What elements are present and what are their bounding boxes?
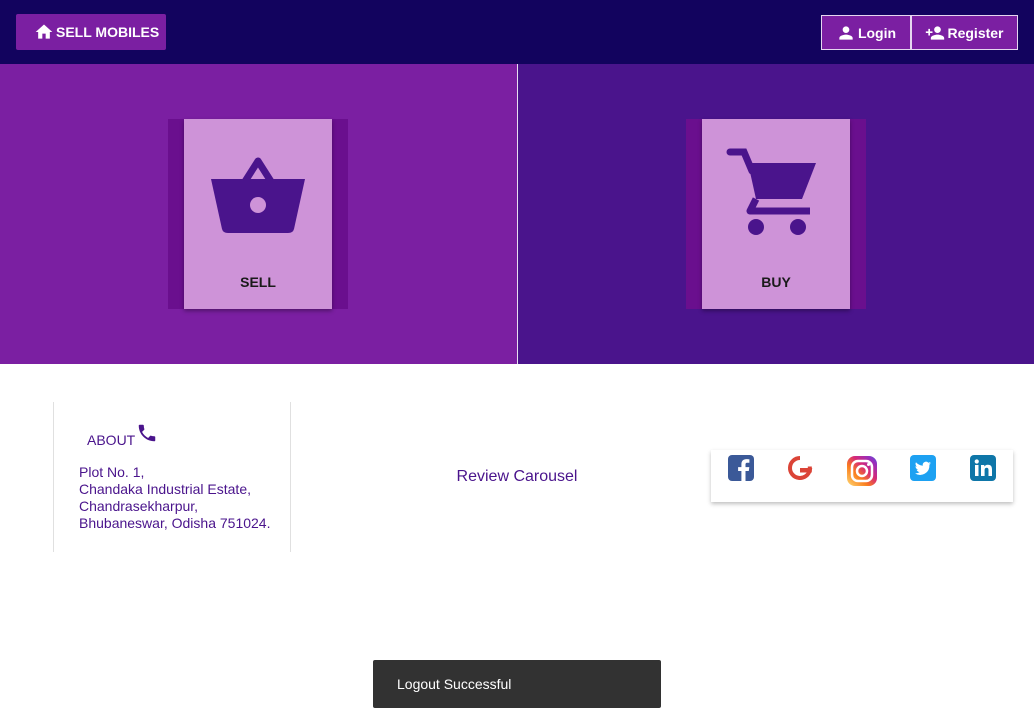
sell-card[interactable]: SELL xyxy=(184,119,332,309)
buy-panel: BUY xyxy=(518,64,1034,364)
brand-label: SELL MOBILES xyxy=(56,24,160,40)
sell-label: SELL xyxy=(240,274,276,290)
address-line: Bhubaneswar, Odisha 751024. xyxy=(79,515,271,531)
phone-icon[interactable] xyxy=(136,422,158,444)
review-carousel[interactable]: Review Carousel xyxy=(400,468,634,486)
register-label: Register xyxy=(947,24,1004,41)
logout-snackbar: Logout Successful xyxy=(373,660,661,708)
login-label: Login xyxy=(857,24,897,41)
social-links-bar xyxy=(711,450,1013,502)
home-icon xyxy=(35,24,53,39)
instagram-icon[interactable] xyxy=(845,454,879,488)
address: Plot No. 1, Chandaka Industrial Estate, … xyxy=(79,464,270,532)
sell-card-wrapper: SELL xyxy=(168,119,348,309)
linkedin-icon[interactable] xyxy=(968,453,998,483)
buy-card[interactable]: BUY xyxy=(702,119,850,309)
snackbar-message: Logout Successful xyxy=(397,676,512,692)
home-button[interactable]: SELL MOBILES xyxy=(16,14,166,50)
shopping-cart-icon xyxy=(726,148,816,235)
top-app-bar: SELL MOBILES Login Register xyxy=(0,0,1034,64)
address-line: Plot No. 1, xyxy=(79,464,145,480)
login-button[interactable]: Login xyxy=(821,15,911,50)
facebook-icon[interactable] xyxy=(726,453,756,483)
twitter-icon[interactable] xyxy=(908,453,938,483)
shopping-basket-icon xyxy=(211,157,305,233)
buy-card-wrapper: BUY xyxy=(686,119,866,309)
buy-label: BUY xyxy=(761,274,791,290)
about-section: ABOUT Plot No. 1, Chandaka Industrial Es… xyxy=(53,402,291,552)
google-icon[interactable] xyxy=(785,453,815,483)
address-line: Chandrasekharpur, xyxy=(79,498,199,514)
sell-panel: SELL xyxy=(0,64,517,364)
address-line: Chandaka Industrial Estate, xyxy=(79,481,251,497)
about-title: ABOUT xyxy=(87,432,136,448)
person-icon xyxy=(839,25,853,40)
person-add-icon xyxy=(926,25,945,40)
register-button[interactable]: Register xyxy=(911,15,1018,50)
